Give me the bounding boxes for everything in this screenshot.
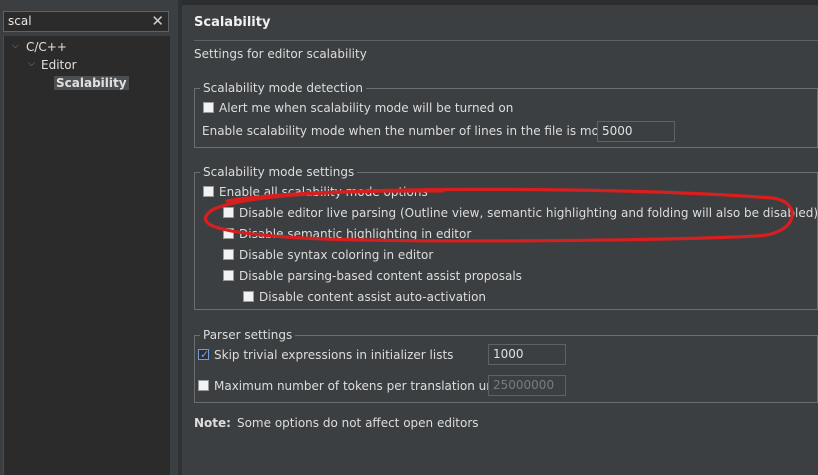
tree-item-scalability[interactable]: Scalability xyxy=(54,76,129,90)
top-border xyxy=(182,0,818,5)
chevron-down-icon[interactable]: ⌵ xyxy=(12,41,19,51)
disable-syntax-coloring-checkbox[interactable]: Disable syntax coloring in editor xyxy=(223,247,433,263)
checkbox-box[interactable] xyxy=(203,102,214,113)
option-label: Maximum number of tokens per translation… xyxy=(214,379,506,393)
disable-semantic-highlighting-checkbox[interactable]: Disable semantic highlighting in editor xyxy=(223,226,471,242)
tree-item-label: Editor xyxy=(41,58,77,72)
option-label: Disable semantic highlighting in editor xyxy=(239,227,472,241)
checkbox-box[interactable] xyxy=(243,291,254,302)
option-label: Disable editor live parsing (Outline vie… xyxy=(239,206,818,220)
option-label: Disable content assist auto-activation xyxy=(259,290,487,304)
preference-page: Scalability Settings for editor scalabil… xyxy=(182,0,818,475)
filter-input[interactable]: scal ✕ xyxy=(3,11,169,32)
option-label: Skip trivial expressions in initializer … xyxy=(214,348,454,362)
alert-checkbox[interactable]: Alert me when scalability mode will be t… xyxy=(203,100,513,116)
checkbox-box[interactable] xyxy=(223,270,234,281)
note-label: Note: xyxy=(194,416,231,430)
tree-item-label: Scalability xyxy=(54,76,129,90)
checkbox-box[interactable] xyxy=(198,380,209,391)
checkbox-box[interactable] xyxy=(203,186,214,197)
disable-content-assist-proposals-checkbox[interactable]: Disable parsing-based content assist pro… xyxy=(223,268,522,284)
lines-threshold-label: Enable scalability mode when the number … xyxy=(202,124,647,138)
note-text: Note: Some options do not affect open edi… xyxy=(194,416,479,430)
checkbox-box[interactable] xyxy=(223,228,234,239)
checkbox-checked[interactable] xyxy=(198,347,209,363)
max-tokens-input[interactable]: 25000000 xyxy=(488,375,566,396)
checkbox-box[interactable] xyxy=(223,207,234,218)
parser-group-title: Parser settings xyxy=(200,327,296,343)
enable-all-checkbox[interactable]: Enable all scalability mode options xyxy=(203,184,428,200)
scalability-settings-group: Scalability mode settings Enable all sca… xyxy=(194,164,818,310)
skip-trivial-checkbox[interactable]: Skip trivial expressions in initializer … xyxy=(198,347,453,363)
alert-checkbox-label: Alert me when scalability mode will be t… xyxy=(219,101,514,115)
tree-item-cpp[interactable]: ⌵ C/C++ xyxy=(12,40,67,54)
chevron-down-icon[interactable]: ⌵ xyxy=(28,59,35,69)
preferences-tree: ⌵ C/C++ ⌵ Editor Scalability xyxy=(3,36,170,475)
page-description: Settings for editor scalability xyxy=(194,47,367,61)
detection-group: Scalability mode detection Alert me when… xyxy=(194,80,818,148)
checkbox-box[interactable] xyxy=(223,249,234,260)
tree-item-label: C/C++ xyxy=(26,40,67,54)
lines-threshold-input[interactable]: 5000 xyxy=(597,121,675,142)
parser-settings-group: Parser settings Skip trivial expressions… xyxy=(194,327,818,403)
disable-live-parsing-checkbox[interactable]: Disable editor live parsing (Outline vie… xyxy=(223,205,818,221)
tree-item-editor[interactable]: ⌵ Editor xyxy=(28,58,77,72)
option-label: Enable all scalability mode options xyxy=(219,185,428,199)
title-divider xyxy=(194,40,818,41)
preferences-navigation-panel: scal ✕ ⌵ C/C++ ⌵ Editor Scalability xyxy=(0,0,178,475)
note-message: Some options do not affect open editors xyxy=(236,416,479,430)
filter-input-value[interactable]: scal xyxy=(8,14,32,28)
max-tokens-checkbox[interactable]: Maximum number of tokens per translation… xyxy=(198,378,506,394)
disable-auto-activation-checkbox[interactable]: Disable content assist auto-activation xyxy=(243,289,486,305)
detection-group-title: Scalability mode detection xyxy=(200,80,367,96)
page-title: Scalability xyxy=(194,15,271,30)
skip-trivial-input[interactable]: 1000 xyxy=(488,344,566,365)
option-label: Disable syntax coloring in editor xyxy=(239,248,434,262)
clear-filter-icon[interactable]: ✕ xyxy=(151,12,164,30)
option-label: Disable parsing-based content assist pro… xyxy=(239,269,522,283)
settings-group-title: Scalability mode settings xyxy=(200,164,358,180)
